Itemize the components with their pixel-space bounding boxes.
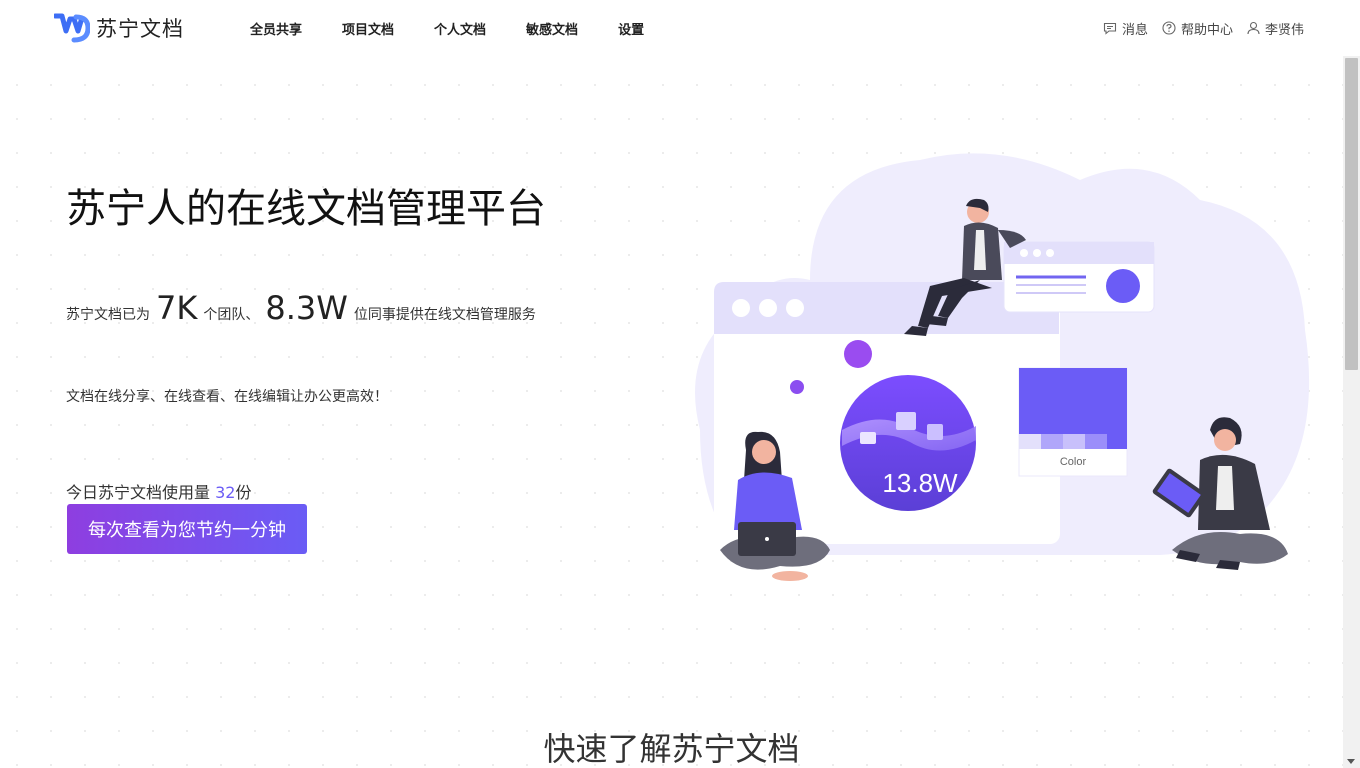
hero-illustration: Color 13.8W bbox=[695, 153, 1310, 581]
nav-item-all-shared[interactable]: 全员共享 bbox=[250, 19, 302, 38]
usage-unit: 份 bbox=[235, 483, 252, 502]
nav-item-personal-docs[interactable]: 个人文档 bbox=[434, 19, 486, 38]
page-scrollbar[interactable] bbox=[1343, 56, 1360, 768]
logo-icon bbox=[54, 13, 90, 43]
user-icon bbox=[1247, 21, 1260, 35]
page: 苏宁文档 全员共享 项目文档 个人文档 敏感文档 设置 消息 帮助中心 李贤伟 … bbox=[0, 0, 1360, 768]
logo-text: 苏宁文档 bbox=[96, 17, 184, 41]
help-center-label: 帮助中心 bbox=[1180, 22, 1233, 38]
hero-title: 苏宁人的在线文档管理平台 bbox=[66, 186, 546, 232]
cta-button[interactable]: 每次查看为您节约一分钟 bbox=[67, 504, 307, 554]
nav-item-sensitive-docs[interactable]: 敏感文档 bbox=[526, 19, 578, 38]
help-center-link[interactable]: 帮助中心 bbox=[1162, 19, 1233, 38]
colleagues-count: 8.3W bbox=[265, 289, 348, 327]
color-card-label: Color bbox=[1060, 456, 1087, 468]
messages-label: 消息 bbox=[1121, 22, 1148, 38]
message-icon bbox=[1103, 22, 1117, 35]
colleagues-suffix: 位同事提供在线文档管理服务 bbox=[353, 307, 536, 323]
user-name: 李贤伟 bbox=[1264, 22, 1304, 38]
scrollbar-thumb[interactable] bbox=[1345, 58, 1358, 370]
header-actions: 消息 帮助中心 李贤伟 bbox=[1089, 0, 1304, 56]
stats-text: 苏宁文档已为 7K 个团队、 8.3W 位同事提供在线文档管理服务 bbox=[66, 288, 566, 335]
usage-label: 今日苏宁文档使用量 bbox=[66, 483, 211, 502]
usage-circle-value: 13.8W bbox=[882, 468, 958, 498]
user-menu[interactable]: 李贤伟 bbox=[1247, 19, 1304, 38]
scroll-down-arrow-icon[interactable] bbox=[1347, 759, 1355, 764]
nav-item-settings[interactable]: 设置 bbox=[618, 19, 644, 38]
help-icon bbox=[1162, 21, 1176, 35]
nav-item-project-docs[interactable]: 项目文档 bbox=[342, 19, 394, 38]
teams-suffix: 个团队、 bbox=[203, 307, 260, 323]
top-header: 苏宁文档 全员共享 项目文档 个人文档 敏感文档 设置 消息 帮助中心 李贤伟 bbox=[0, 0, 1360, 56]
logo[interactable]: 苏宁文档 bbox=[54, 12, 184, 44]
usage-value: 32 bbox=[215, 483, 236, 502]
main-nav: 全员共享 项目文档 个人文档 敏感文档 设置 bbox=[250, 0, 684, 56]
messages-link[interactable]: 消息 bbox=[1103, 19, 1148, 38]
section-title: 快速了解苏宁文档 bbox=[543, 730, 800, 768]
stats-prefix: 苏宁文档已为 bbox=[66, 307, 150, 323]
daily-usage: 今日苏宁文档使用量 32份 bbox=[66, 479, 251, 503]
tagline: 文档在线分享、在线查看、在线编辑让办公更高效！ bbox=[66, 389, 388, 405]
teams-count: 7K bbox=[156, 289, 198, 327]
